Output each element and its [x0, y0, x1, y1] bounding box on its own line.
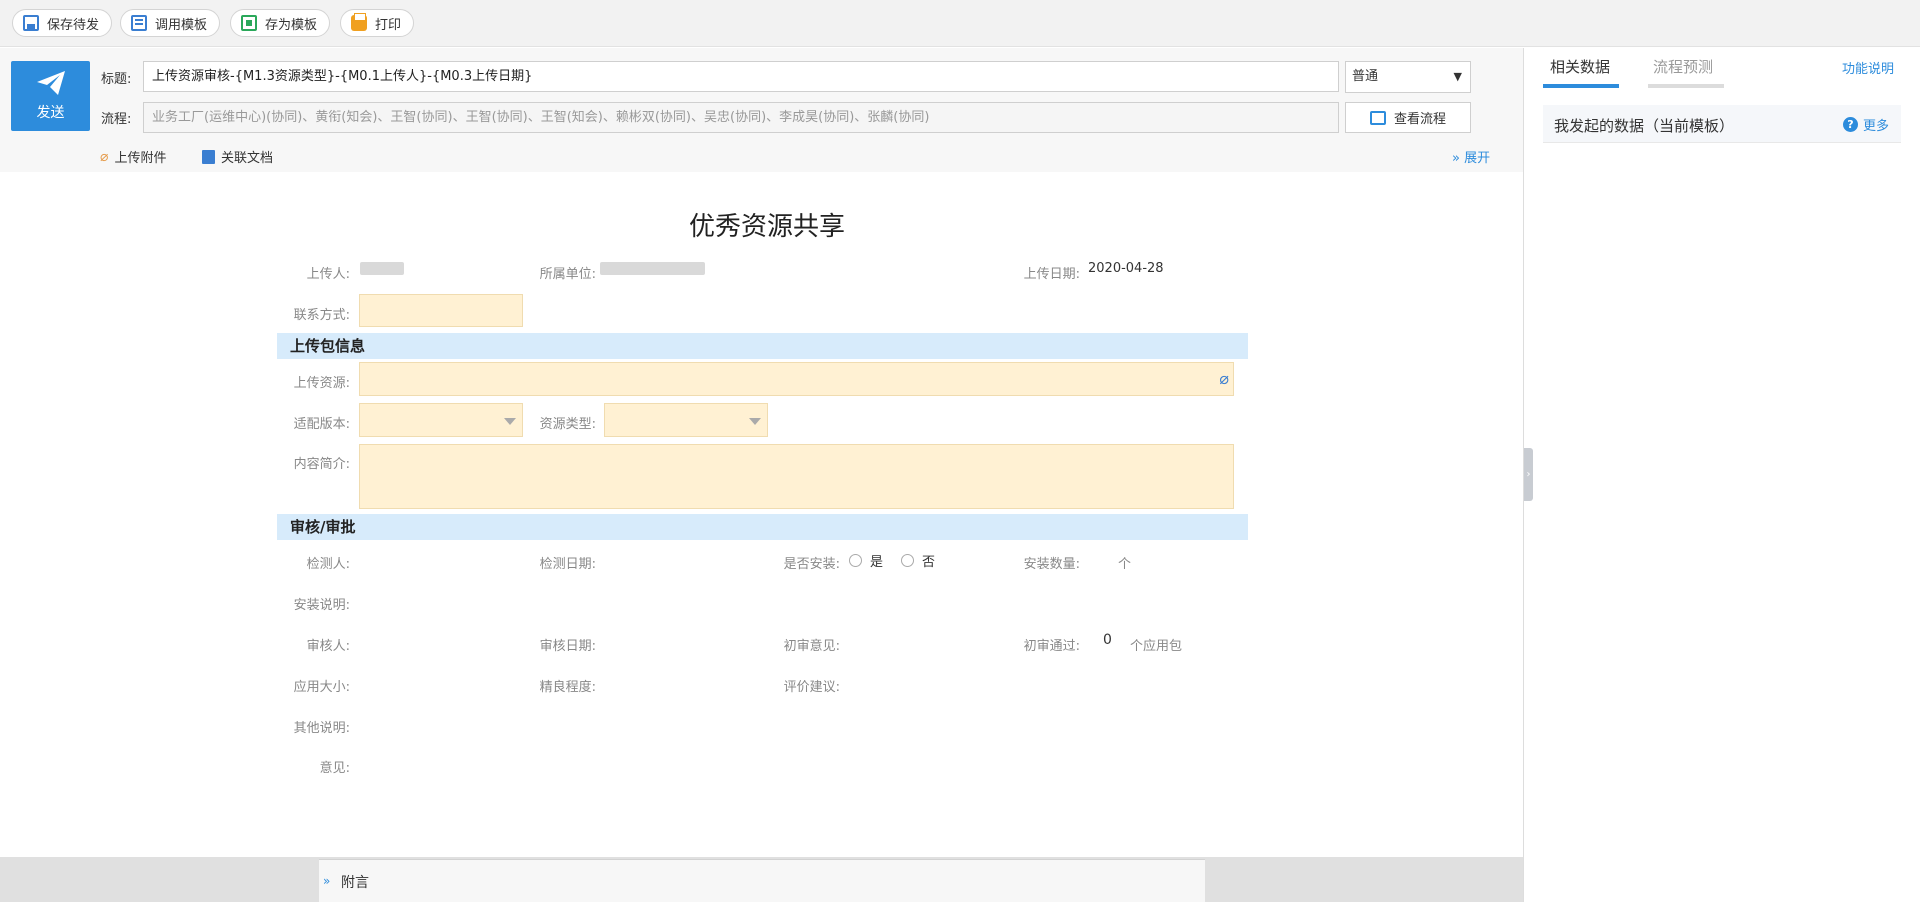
tab-related-data-underline [1543, 84, 1619, 88]
tab-flow-forecast-underline [1648, 84, 1724, 88]
send-button[interactable]: 发送 [11, 61, 90, 131]
send-label: 发送 [36, 105, 65, 121]
upload-resource-input[interactable]: ⌀ [359, 362, 1234, 396]
first-pass-unit: 个应用包 [1130, 639, 1183, 654]
store-template-icon [241, 15, 257, 31]
postscript-label: 附言 [341, 875, 369, 891]
more-link[interactable]: ? 更多 [1842, 115, 1889, 134]
inspector-label: 检测人: [306, 557, 350, 572]
expand-label: 展开 [1464, 151, 1491, 166]
related-doc-label: 关联文档 [221, 151, 274, 166]
section-review: 审核/审批 [277, 514, 1248, 540]
version-select[interactable] [359, 403, 523, 437]
upload-resource-label: 上传资源: [293, 376, 350, 391]
save-draft-label: 保存待发 [47, 17, 100, 33]
priority-value: 普通 [1352, 69, 1379, 84]
caret-down-icon: ▼ [1453, 70, 1462, 83]
postscript-panel[interactable]: » 附言 [319, 859, 1205, 902]
section-upload-info: 上传包信息 [277, 333, 1248, 359]
resource-type-label: 资源类型: [539, 417, 596, 432]
first-pass-value: 0 [1103, 632, 1112, 648]
tab-related-data[interactable]: 相关数据 [1550, 56, 1610, 77]
use-template-label: 调用模板 [155, 17, 208, 33]
opinion-label: 意见: [319, 761, 350, 776]
upload-attachment-link[interactable]: ⌀ 上传附件 [100, 147, 167, 167]
use-template-button[interactable]: 调用模板 [120, 9, 221, 37]
save-icon [23, 15, 39, 31]
installed-no-label: 否 [922, 555, 936, 570]
chevron-right-icon: › [1526, 469, 1531, 480]
double-chevron-down-icon: » [1452, 151, 1460, 166]
eval-label: 评价建议: [783, 680, 840, 695]
flow-label: 流程: [101, 112, 132, 127]
unit-value-redacted [600, 262, 705, 275]
installed-no-radio[interactable] [901, 554, 914, 567]
contact-label: 联系方式: [293, 308, 350, 323]
right-panel [1523, 48, 1920, 902]
printer-icon [351, 13, 367, 31]
contact-input[interactable] [359, 294, 523, 327]
unit-label: 所属单位: [539, 267, 596, 282]
inspect-date-label: 检测日期: [539, 557, 596, 572]
collapse-handle[interactable]: › [1524, 448, 1533, 501]
title-input[interactable]: 上传资源审核-{M1.3资源类型}-{M0.1上传人}-{M0.3上传日期} [143, 61, 1339, 92]
uploader-value-redacted [360, 262, 404, 275]
double-chevron-down-icon: » [323, 874, 331, 888]
flow-input[interactable]: 业务工厂(运维中心)(协同)、黄衔(知会)、王智(协同)、王智(协同)、王智(知… [143, 102, 1339, 133]
quality-label: 精良程度: [539, 680, 596, 695]
template-icon [131, 15, 147, 31]
save-template-label: 存为模板 [265, 17, 318, 33]
first-pass-label: 初审通过: [1023, 639, 1080, 654]
form-title: 优秀资源共享 [688, 212, 845, 242]
view-flow-button[interactable]: 查看流程 [1345, 102, 1471, 133]
summary-textarea[interactable] [359, 444, 1234, 509]
uploader-label: 上传人: [306, 267, 350, 282]
print-button[interactable]: 打印 [340, 9, 415, 37]
dropdown-arrow-icon [504, 418, 516, 425]
install-count-label: 安装数量: [1023, 557, 1080, 572]
my-data-label: 我发起的数据（当前模板） [1554, 117, 1735, 135]
print-label: 打印 [375, 17, 402, 33]
more-label: 更多 [1862, 119, 1889, 134]
upload-attachment-label: 上传附件 [114, 151, 167, 166]
installed-yes-radio[interactable] [849, 554, 862, 567]
function-description-link[interactable]: 功能说明 [1842, 58, 1894, 77]
reviewer-label: 审核人: [306, 639, 350, 654]
upload-date-value: 2020-04-28 [1088, 261, 1164, 276]
attach-icon[interactable]: ⌀ [1219, 369, 1229, 388]
resource-type-select[interactable] [604, 403, 768, 437]
view-flow-label: 查看流程 [1393, 112, 1446, 127]
paperclip-icon: ⌀ [100, 148, 109, 165]
priority-select[interactable]: 普通 ▼ [1345, 61, 1471, 93]
app-size-label: 应用大小: [293, 680, 350, 695]
install-count-unit: 个 [1118, 557, 1132, 572]
first-opinion-label: 初审意见: [783, 639, 840, 654]
toolbar: 保存待发 调用模板 存为模板 打印 [0, 0, 1920, 47]
upload-date-label: 上传日期: [1023, 267, 1080, 282]
document-icon [202, 149, 215, 164]
summary-label: 内容简介: [293, 457, 350, 472]
save-template-button[interactable]: 存为模板 [230, 9, 331, 37]
review-date-label: 审核日期: [539, 639, 596, 654]
save-draft-button[interactable]: 保存待发 [12, 9, 113, 37]
installed-yes-label: 是 [870, 555, 884, 570]
installed-label: 是否安装: [783, 557, 840, 572]
title-label: 标题: [101, 72, 132, 87]
tab-flow-forecast[interactable]: 流程预测 [1653, 56, 1713, 77]
install-note-label: 安装说明: [293, 598, 350, 613]
dropdown-arrow-icon [749, 418, 761, 425]
other-note-label: 其他说明: [293, 721, 350, 736]
related-doc-link[interactable]: 关联文档 [202, 147, 273, 166]
paper-plane-icon [36, 71, 65, 95]
flow-chart-icon [1369, 110, 1386, 125]
expand-link[interactable]: » 展开 [1452, 147, 1490, 166]
version-label: 适配版本: [293, 417, 350, 432]
my-data-row[interactable]: 我发起的数据（当前模板） ? 更多 [1543, 105, 1901, 143]
help-icon: ? [1842, 117, 1858, 132]
